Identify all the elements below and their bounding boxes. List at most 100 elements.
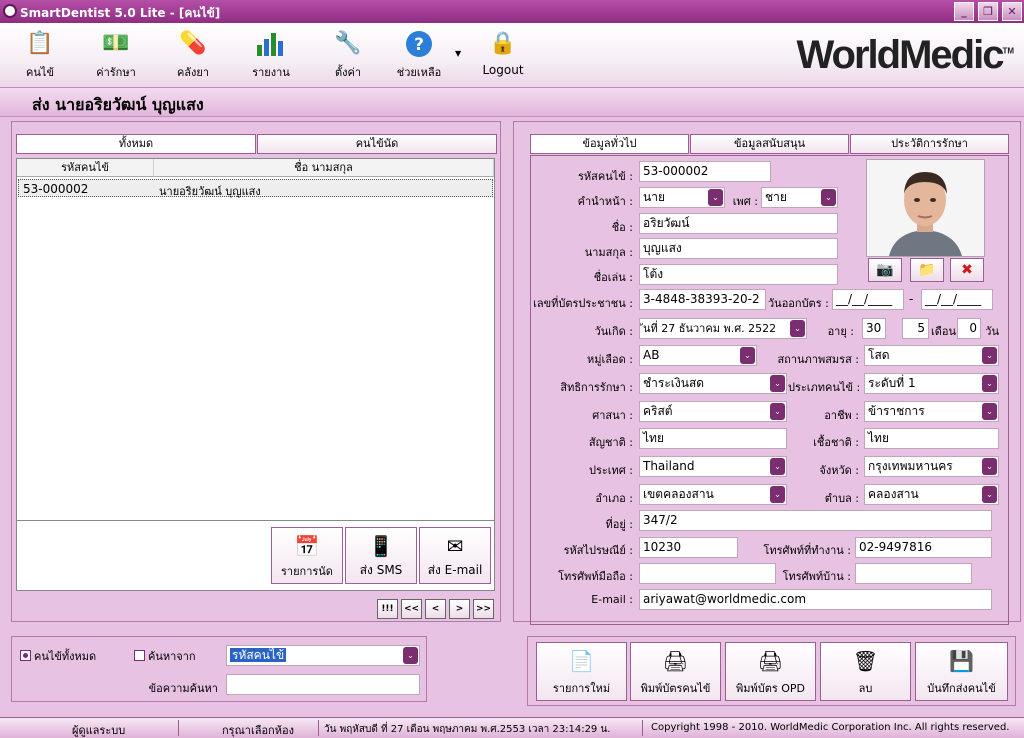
label-age: อายุ :	[827, 325, 854, 338]
new-record-button[interactable]: 📄 รายการใหม่	[536, 642, 627, 701]
email-icon: ✉	[446, 534, 464, 558]
district-select[interactable]: เขตคลองสาน ⌄	[639, 484, 787, 505]
label-month: เดือน	[930, 325, 956, 338]
religion-select[interactable]: คริสต์ ⌄	[639, 401, 787, 422]
camera-button[interactable]: 📷	[868, 258, 902, 282]
country-select[interactable]: Thailand ⌄	[639, 456, 787, 477]
chevron-down-icon: ⌄	[982, 458, 997, 475]
toolbar-report-button[interactable]: รายงาน	[236, 29, 306, 85]
previous-page-button[interactable]: <<	[401, 599, 422, 619]
money-icon: 💵	[102, 31, 130, 56]
patient-table: รหัสคนไข้ ชื่อ นามสกุล 53-000002 นายอริย…	[16, 158, 495, 521]
window-title: SmartDentist 5.0 Lite - [คนไข้]	[20, 6, 221, 20]
toolbar-label: คนไข้	[26, 66, 54, 79]
column-header-name[interactable]: ชื่อ นามสกุล	[154, 159, 494, 177]
marital-select[interactable]: โสด ⌄	[864, 345, 999, 366]
age-days-field[interactable]: 0	[957, 318, 981, 339]
postcode-field[interactable]: 10230	[639, 537, 738, 558]
medicine-icon: 💊	[179, 31, 207, 56]
card-issue-to-field[interactable]: __/__/____	[921, 289, 993, 310]
brand-logo: WorldMedicTM	[797, 33, 1015, 78]
help-dropdown-arrow-icon[interactable]: ▼	[455, 49, 461, 58]
save-send-patient-button[interactable]: 💾 บันทึกส่งคนไข้	[915, 642, 1008, 701]
print-patient-card-button[interactable]: 🖨 พิมพ์บัตรคนไข้	[630, 642, 721, 701]
mobile-field[interactable]	[639, 563, 776, 584]
right-to-treat-select[interactable]: ชำระเงินสด ⌄	[639, 373, 787, 394]
send-email-button[interactable]: ✉ ส่ง E-mail	[419, 527, 491, 584]
title-bar: SmartDentist 5.0 Lite - [คนไข้] _ ❐ ✕	[0, 0, 1024, 23]
province-select[interactable]: กรุงเทพมหานคร ⌄	[864, 456, 999, 477]
patient-id-field[interactable]: 53-000002	[639, 161, 771, 182]
minimize-button[interactable]: _	[954, 2, 974, 21]
radio-search-by[interactable]: ค้นหาจาก	[134, 647, 196, 665]
card-issue-from-field[interactable]: __/__/____	[832, 289, 904, 310]
home-phone-field[interactable]	[855, 563, 972, 584]
subdistrict-select[interactable]: คลองสาน ⌄	[864, 484, 999, 505]
search-by-select[interactable]: รหัสคนไข้ ⌄	[226, 645, 420, 666]
delete-photo-button[interactable]: ✖	[950, 258, 984, 282]
email-field[interactable]: ariyawat@worldmedic.com	[639, 589, 992, 610]
id-card-field[interactable]: 3-4848-38393-20-2	[639, 289, 766, 310]
toolbar-medicine-button[interactable]: 💊 คลังยา	[158, 29, 228, 85]
send-sms-button[interactable]: 📱 ส่ง SMS	[345, 527, 417, 584]
prefix-select[interactable]: นาย ⌄	[639, 187, 725, 208]
patient-type-select[interactable]: ระดับที่ 1 ⌄	[864, 373, 999, 394]
sex-select[interactable]: ชาย ⌄	[761, 187, 838, 208]
svg-text:?: ?	[414, 35, 424, 55]
folder-icon: 📁	[918, 262, 936, 278]
status-copyright: Copyright 1998 - 2010. WorldMedic Corpor…	[651, 722, 1010, 733]
previous-button[interactable]: <	[425, 599, 446, 619]
app-icon	[3, 4, 17, 18]
toolbar-label: ตั้งค่า	[334, 66, 362, 79]
toolbar-settings-button[interactable]: 🔧 ตั้งค่า	[313, 29, 383, 85]
last-name-field[interactable]: บุญแสง	[639, 238, 838, 259]
appointment-list-button[interactable]: 📅 รายการนัด	[271, 527, 343, 584]
toolbar-fees-button[interactable]: 💵 ค่ารักษา	[81, 29, 151, 85]
status-separator	[178, 720, 179, 736]
close-button[interactable]: ✕	[1002, 2, 1022, 21]
blood-select[interactable]: AB ⌄	[639, 345, 757, 366]
radio-dot	[134, 650, 145, 661]
tab-all[interactable]: ทั้งหมด	[16, 134, 256, 154]
label-subdistrict: ตำบล :	[824, 492, 859, 505]
main-toolbar: 📋 คนไข้ 💵 ค่ารักษา 💊 คลังยา รายงาน 🔧 ตั้…	[0, 23, 1024, 87]
toolbar-logout-button[interactable]: 🔒 Logout	[468, 29, 538, 85]
delete-button[interactable]: 🗑 ลบ	[820, 642, 911, 701]
work-phone-field[interactable]: 02-9497816	[855, 537, 992, 558]
toolbar-patient-button[interactable]: 📋 คนไข้	[5, 29, 75, 85]
first-name-field[interactable]: อริยวัฒน์	[639, 213, 838, 234]
help-icon: ?	[403, 29, 435, 59]
restore-button[interactable]: ❐	[978, 2, 998, 21]
first-record-button[interactable]: !!!	[377, 599, 398, 619]
age-years-field[interactable]: 30	[862, 318, 886, 339]
calendar-icon: 📅	[294, 534, 320, 558]
birth-date-picker[interactable]: ันที่ 27 ธันวาคม พ.ศ. 2522 ⌄	[639, 318, 807, 339]
nationality-field[interactable]: ไทย	[639, 428, 787, 449]
career-select[interactable]: ข้าราชการ ⌄	[864, 401, 999, 422]
radio-all-patients[interactable]: คนไข้ทั้งหมด	[20, 647, 96, 665]
folder-button[interactable]: 📁	[910, 258, 944, 282]
tab-appointment-patients[interactable]: คนไข้นัด	[257, 134, 497, 154]
recycle-bin-icon: 🗑	[852, 649, 879, 673]
print-opd-card-button[interactable]: 🖨 พิมพ์บัตร OPD	[725, 642, 816, 701]
label-district: อำเภอ :	[595, 492, 633, 505]
next-button[interactable]: >	[449, 599, 470, 619]
table-row[interactable]: 53-000002 นายอริยวัฒน์ บุญแสง	[18, 179, 493, 198]
race-field[interactable]: ไทย	[864, 428, 999, 449]
status-separator	[642, 720, 643, 736]
status-room[interactable]: กรุณาเลือกห้อง	[222, 721, 294, 738]
keyword-input[interactable]	[226, 674, 420, 695]
tab-support-info[interactable]: ข้อมูลสนับสนุน	[690, 134, 849, 154]
new-document-icon: 📄	[569, 649, 594, 673]
toolbar-help-button[interactable]: ? ช่วยเหลือ	[384, 29, 454, 85]
next-page-button[interactable]: >>	[473, 599, 494, 619]
tab-general-info[interactable]: ข้อมูลทั่วไป	[530, 134, 689, 154]
address-field[interactable]: 347/2	[639, 510, 992, 531]
tab-treatment-history[interactable]: ประวัติการรักษา	[850, 134, 1009, 154]
person-photo-icon	[867, 160, 984, 256]
chevron-down-icon: ⌄	[790, 320, 805, 337]
nickname-field[interactable]: โต้ง	[639, 264, 838, 285]
label-nationality: สัญชาติ :	[588, 436, 633, 449]
column-header-id[interactable]: รหัสคนไข้	[17, 159, 154, 177]
age-months-field[interactable]: 5	[902, 318, 929, 339]
